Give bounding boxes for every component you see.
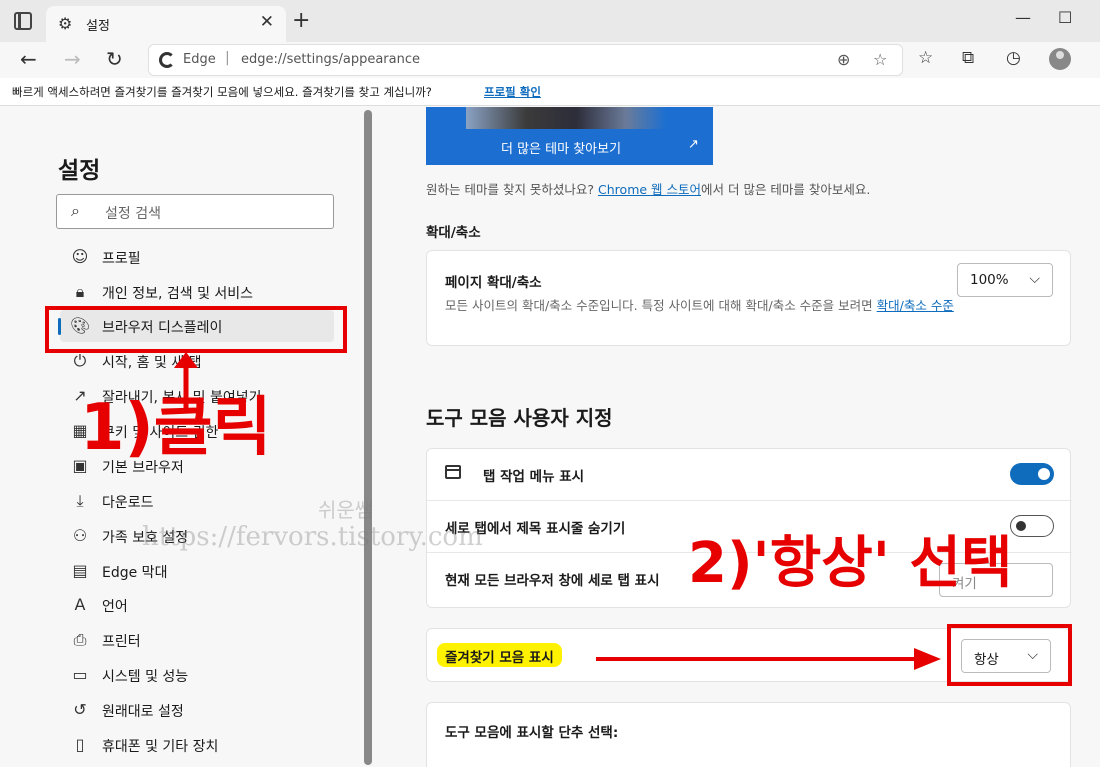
close-tab-icon[interactable]: ✕ xyxy=(260,12,274,32)
sidebar-item-label: Edge 막대 xyxy=(102,565,168,581)
refresh-icon[interactable]: ↻ xyxy=(106,47,123,71)
not-found-suffix: 에서 더 많은 테마를 찾아보세요. xyxy=(701,182,871,197)
address-separator: | xyxy=(225,50,230,66)
page-zoom-value: 100% xyxy=(970,272,1009,288)
reset-icon: ↺ xyxy=(73,700,87,719)
search-placeholder: 설정 검색 xyxy=(105,206,161,222)
page-zoom-description: 모든 사이트의 확대/축소 수준입니다. 특정 사이트에 대해 확대/축소 수준… xyxy=(445,297,965,315)
chrome-web-store-link[interactable]: Chrome 웹 스토어 xyxy=(598,182,701,197)
page-zoom-card: 페이지 확대/축소 모든 사이트의 확대/축소 수준입니다. 특정 사이트에 대… xyxy=(426,250,1071,346)
collections-icon[interactable]: ⧉ xyxy=(962,48,974,68)
tab-actions-row: 탭 작업 메뉴 표시 xyxy=(427,449,1072,501)
sidebar-item-edge-bar[interactable]: ▤ Edge 막대 xyxy=(60,555,334,587)
settings-search-input[interactable]: ⌕ 설정 검색 xyxy=(56,194,334,229)
hide-title-bar-toggle[interactable] xyxy=(1010,515,1054,537)
search-icon: ⌕ xyxy=(71,201,80,220)
more-themes-button[interactable]: 더 많은 테마 찾아보기 ↗ xyxy=(426,107,713,165)
toolbar-section-title: 도구 모음 사용자 지정 xyxy=(426,406,613,430)
theme-not-found-text: 원하는 테마를 찾지 못하셨나요? Chrome 웹 스토어에서 더 많은 테마… xyxy=(426,179,870,198)
page-zoom-desc-text: 모든 사이트의 확대/축소 수준입니다. 특정 사이트에 대해 확대/축소 수준… xyxy=(445,298,877,313)
annotation-step2: 2)'항상' 선택 xyxy=(688,531,1013,596)
sidebar-item-label: 개인 정보, 검색 및 서비스 xyxy=(102,286,254,302)
forward-icon[interactable]: → xyxy=(64,47,81,71)
annotation-select-box xyxy=(947,624,1072,686)
external-link-icon: ↗ xyxy=(688,137,699,152)
tab-actions-toggle[interactable] xyxy=(1010,463,1054,485)
gear-icon: ⚙ xyxy=(58,14,73,33)
sidebar-item-label: 원래대로 설정 xyxy=(102,704,184,720)
sidebar-item-privacy[interactable]: 🔒︎ 개인 정보, 검색 및 서비스 xyxy=(60,276,334,308)
page-zoom-select[interactable]: 100% ⌵ xyxy=(957,263,1053,297)
toolbar-buttons-label: 도구 모음에 표시할 단추 선택: xyxy=(445,725,619,741)
sidebar-item-languages[interactable]: A 언어 xyxy=(60,589,334,621)
profile-avatar[interactable] xyxy=(1049,48,1071,70)
zoom-levels-link[interactable]: 확대/축소 수준 xyxy=(877,298,954,313)
sidebar-scrollbar[interactable] xyxy=(364,110,372,765)
sidebar-item-system[interactable]: ▭ 시스템 및 성능 xyxy=(60,659,334,691)
address-brand: Edge xyxy=(183,52,216,67)
edge-logo-icon xyxy=(159,52,175,68)
minimize-icon[interactable]: — xyxy=(1015,8,1031,27)
check-profile-link[interactable]: 프로필 확인 xyxy=(484,84,541,100)
maximize-icon[interactable]: ☐ xyxy=(1058,8,1072,27)
sidebar-item-label: 시스템 및 성능 xyxy=(102,669,189,685)
watermark-name: 쉬운쌤 xyxy=(318,498,374,522)
sidebar-item-label: 언어 xyxy=(102,599,128,615)
address-bar[interactable]: Edge | edge://settings/appearance ⊕ ☆ xyxy=(148,44,903,76)
page-title: 설정 xyxy=(58,158,101,184)
sidebar-item-profile[interactable]: ☺ 프로필 xyxy=(60,241,334,273)
tab-actions-icon[interactable] xyxy=(14,12,32,30)
tab-actions-menu-icon xyxy=(445,465,461,479)
phone-icon: ▯ xyxy=(75,735,85,754)
page-zoom-title: 페이지 확대/축소 xyxy=(445,275,542,291)
sidebar-item-label: 다운로드 xyxy=(102,495,154,511)
more-themes-label: 더 많은 테마 찾아보기 xyxy=(501,142,622,157)
sidebar-item-phone[interactable]: ▯ 휴대폰 및 기타 장치 xyxy=(60,729,334,761)
sidebar-item-label: 프린터 xyxy=(102,634,141,650)
not-found-prefix: 원하는 테마를 찾지 못하셨나요? xyxy=(426,182,599,197)
laptop-icon: ▭ xyxy=(72,665,88,684)
add-favorite-icon[interactable]: ☆ xyxy=(873,50,887,69)
edge-bar-icon: ▤ xyxy=(72,561,88,580)
zoom-section-title: 확대/축소 xyxy=(426,225,481,241)
favorites-info-bar: 빠르게 액세스하려면 즐겨찾기를 즐겨찾기 모음에 넣으세요. 즐겨찾기를 찾고… xyxy=(0,78,1100,106)
theme-preview-image xyxy=(466,107,666,129)
favorites-icon[interactable]: ☆ xyxy=(918,48,933,68)
profile-icon: ☺ xyxy=(71,247,89,266)
zoom-icon[interactable]: ⊕ xyxy=(837,50,850,69)
browser-tab[interactable]: ⚙ 설정 ✕ xyxy=(46,6,286,42)
language-icon: A xyxy=(74,595,86,614)
info-text: 빠르게 액세스하려면 즐겨찾기를 즐겨찾기 모음에 넣으세요. 즐겨찾기를 찾고… xyxy=(12,85,432,99)
annotation-step1: 1)클릭 xyxy=(80,391,272,465)
sidebar-item-reset[interactable]: ↺ 원래대로 설정 xyxy=(60,694,334,726)
lock-icon: 🔒︎ xyxy=(75,282,85,301)
annotation-right-arrow xyxy=(596,648,941,670)
tab-actions-label: 탭 작업 메뉴 표시 xyxy=(483,469,585,485)
toolbar-buttons-card: 도구 모음에 표시할 단추 선택: xyxy=(426,702,1071,767)
chevron-down-icon: ⌵ xyxy=(1029,271,1040,287)
sidebar-item-downloads[interactable]: ⤓ 다운로드 xyxy=(60,485,334,517)
address-url[interactable]: edge://settings/appearance xyxy=(241,52,420,67)
printer-icon: ⎙ xyxy=(73,630,87,649)
title-bar: ⚙ 설정 ✕ + — ☐ xyxy=(0,0,1100,42)
favorites-bar-label: 즐겨찾기 모음 표시 xyxy=(437,643,562,667)
vertical-tabs-label: 현재 모든 브라우저 창에 세로 탭 표시 xyxy=(445,573,660,589)
new-tab-icon[interactable]: + xyxy=(292,8,310,33)
watermark-url: https://fervors.tistory.com xyxy=(142,522,483,552)
back-icon[interactable]: ← xyxy=(20,47,37,71)
power-icon: ⏻ xyxy=(73,351,87,370)
history-icon[interactable]: ◷ xyxy=(1006,48,1021,68)
sidebar-item-printers[interactable]: ⎙ 프린터 xyxy=(60,624,334,656)
navigation-bar: ← → ↻ Edge | edge://settings/appearance … xyxy=(0,42,1100,78)
sidebar-item-label: 프로필 xyxy=(102,251,141,267)
annotation-click-box xyxy=(45,306,347,353)
sidebar-item-label: 휴대폰 및 기타 장치 xyxy=(102,739,219,755)
tab-title: 설정 xyxy=(86,19,110,34)
family-icon: ⚇ xyxy=(72,526,88,545)
download-icon: ⤓ xyxy=(76,491,84,510)
